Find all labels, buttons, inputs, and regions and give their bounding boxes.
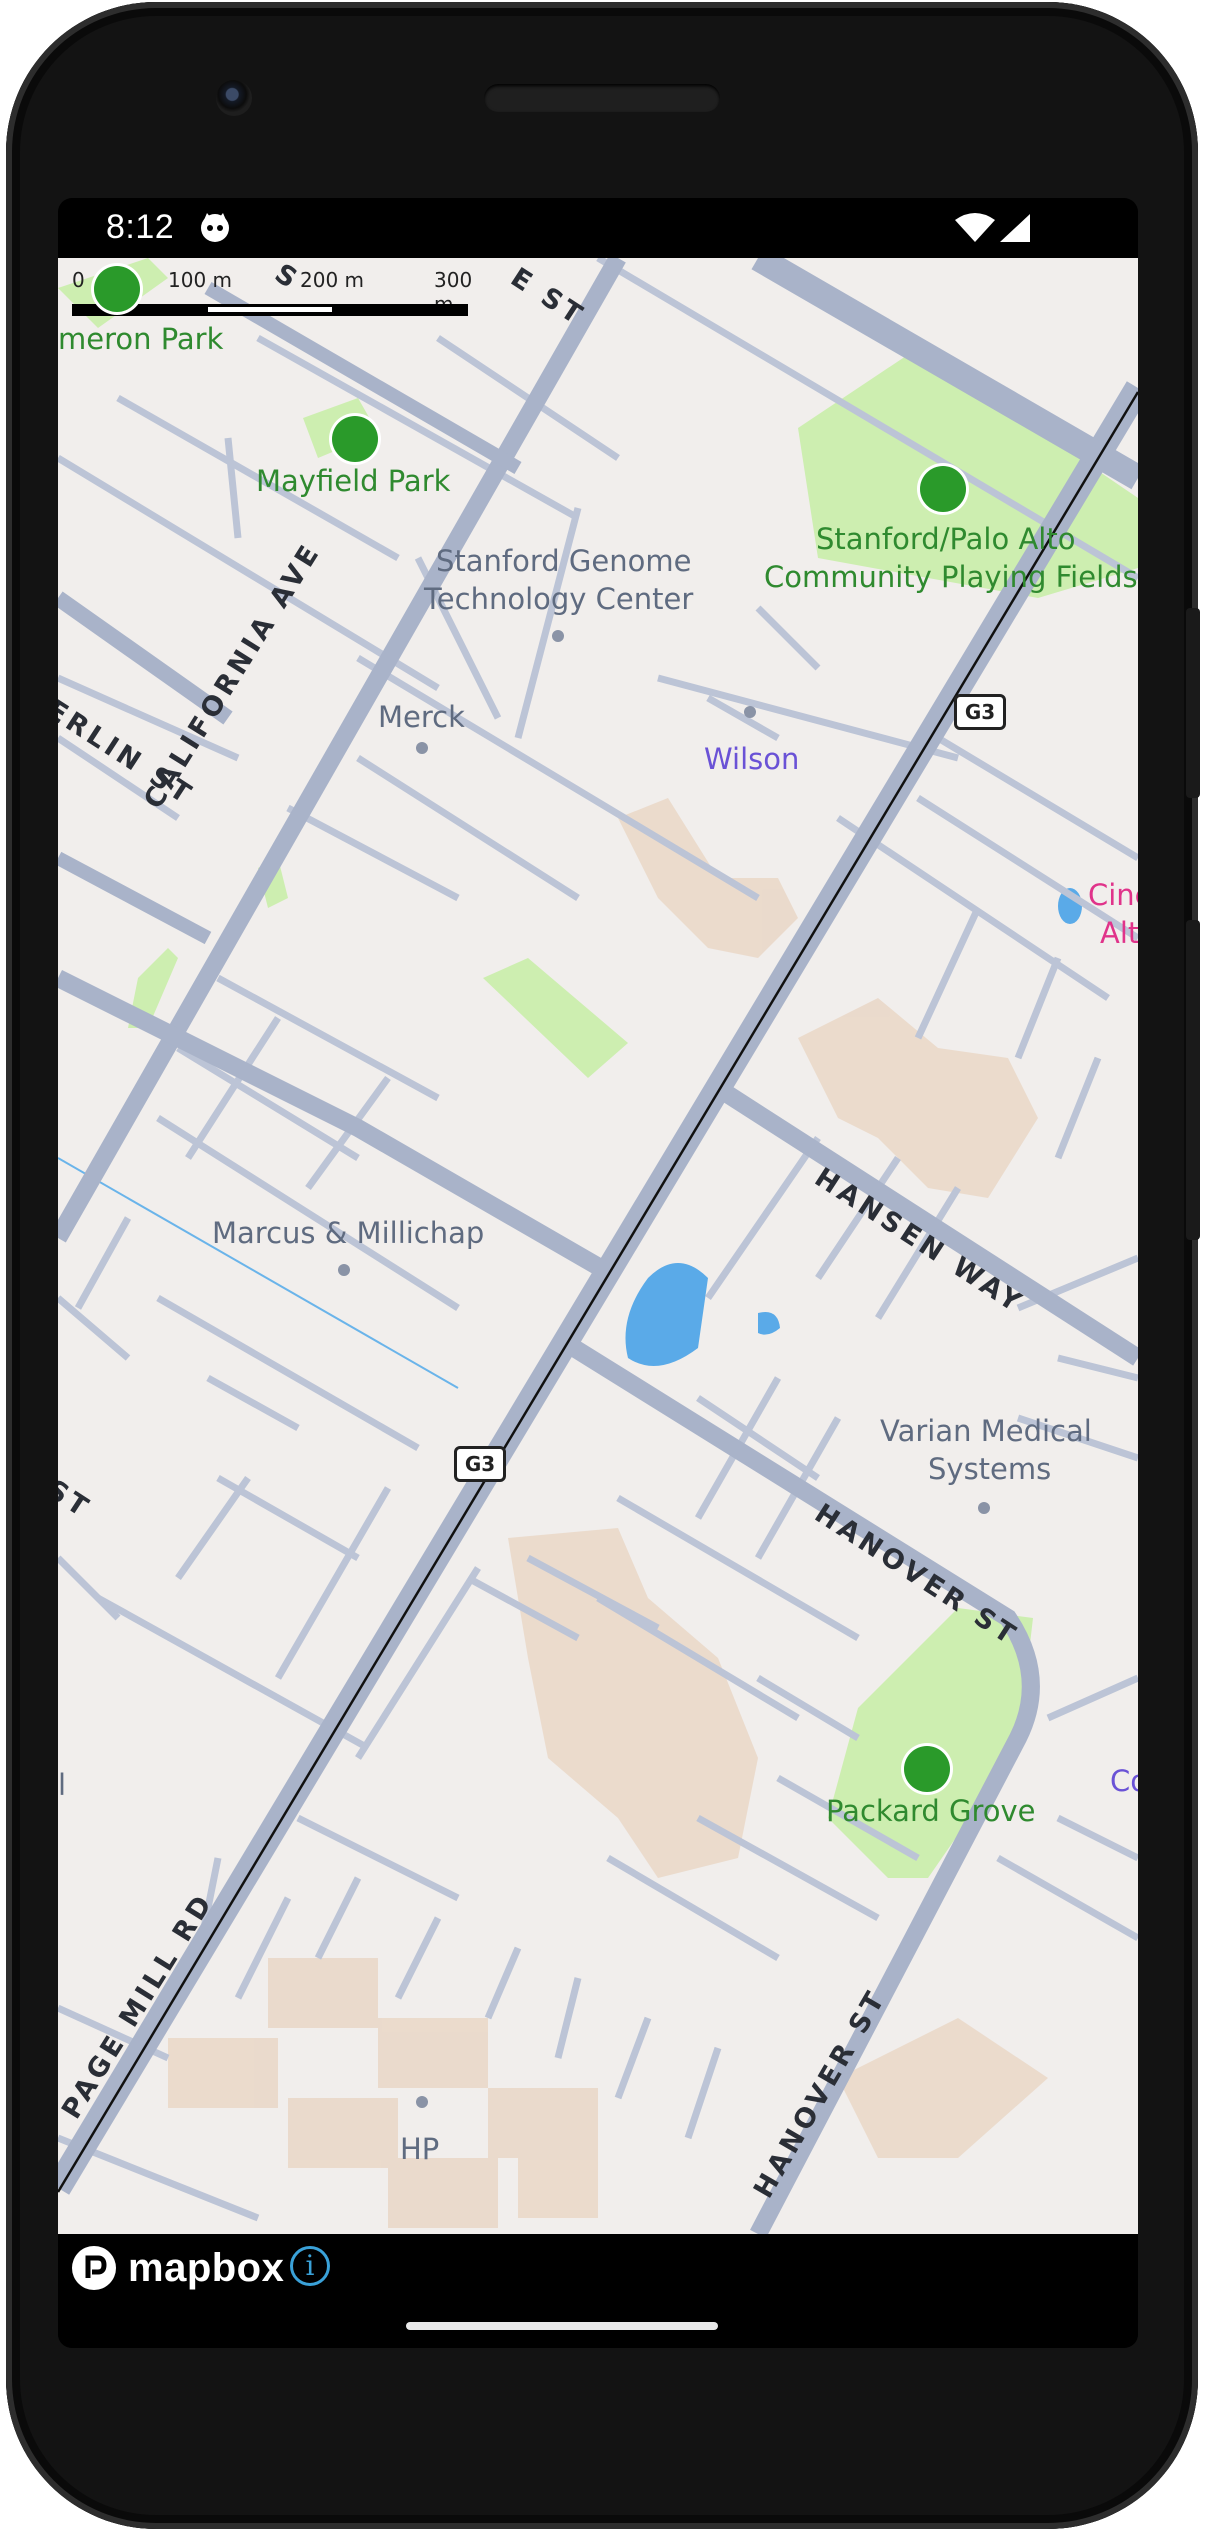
poi-pin[interactable] — [338, 1264, 350, 1276]
cellular-signal-icon — [1000, 214, 1030, 242]
scale-tick: 200 m — [300, 268, 365, 292]
poi-pin[interactable] — [416, 2096, 428, 2108]
poi-label-co[interactable]: Co — [1110, 1764, 1138, 1798]
route-shield: G3 — [954, 694, 1006, 730]
park-label-playing-fields-2[interactable]: Community Playing Fields — [764, 558, 1138, 596]
park-tree-icon[interactable] — [904, 1746, 950, 1792]
building — [168, 2038, 278, 2108]
poi-pin[interactable] — [416, 742, 428, 754]
phone-device: 8:12 0 100 m 200 m 300 G3 G3 meron Park … — [0, 0, 1206, 2533]
scale-tick: 0 — [72, 268, 85, 292]
earpiece-speaker — [484, 84, 720, 112]
poi-label-varian-1[interactable]: Varian Medical — [880, 1412, 1092, 1450]
app-notification-icon — [201, 213, 229, 242]
pond — [625, 1263, 708, 1366]
status-bar: 8:12 — [58, 198, 1138, 258]
poi-pin[interactable] — [552, 630, 564, 642]
mapbox-logo-icon — [72, 2246, 116, 2290]
scale-tick: 100 m — [168, 268, 233, 292]
park-label-packard[interactable]: Packard Grove — [826, 1792, 1036, 1830]
power-button — [1186, 608, 1200, 798]
building — [508, 1528, 758, 1878]
poi-label-cine-1[interactable]: Cine — [1088, 878, 1138, 912]
park-label-mayfield[interactable]: Mayfield Park — [256, 462, 450, 500]
building — [488, 2088, 598, 2158]
poi-label-varian-2[interactable]: Systems — [928, 1450, 1051, 1488]
status-time: 8:12 — [106, 208, 175, 246]
route-shield: G3 — [454, 1446, 506, 1482]
poi-pin[interactable] — [744, 706, 756, 718]
poi-label-merck[interactable]: Merck — [378, 698, 465, 736]
poi-label-hp[interactable]: HP — [400, 2130, 439, 2168]
poi-label-cine-2[interactable]: Alt — [1100, 916, 1138, 950]
mapbox-wordmark: mapbox — [128, 2245, 285, 2290]
park-label-cameron[interactable]: meron Park — [58, 320, 223, 358]
pond — [758, 1312, 780, 1335]
poi-label-genome-2[interactable]: Technology Center — [424, 580, 693, 618]
poi-pin[interactable] — [978, 1502, 990, 1514]
wifi-icon — [955, 213, 995, 242]
building — [288, 2098, 398, 2168]
road-mid-left — [58, 851, 212, 945]
park-label-playing-fields-1[interactable]: Stanford/Palo Alto — [816, 520, 1075, 558]
park-area-triangle — [483, 958, 628, 1078]
screen: 8:12 0 100 m 200 m 300 G3 G3 meron Park … — [58, 198, 1138, 2348]
poi-label-wilson[interactable]: Wilson — [704, 742, 799, 776]
mapbox-logo[interactable]: mapbox — [70, 2240, 284, 2296]
building — [618, 798, 798, 958]
park-tree-icon[interactable] — [332, 416, 378, 462]
poi-label-marcus[interactable]: Marcus & Millichap — [212, 1214, 484, 1252]
buildings — [168, 798, 1048, 2228]
building — [268, 1958, 378, 2028]
poi-label-genome-1[interactable]: Stanford Genome — [436, 542, 691, 580]
home-indicator[interactable] — [406, 2322, 718, 2330]
street-label-left-l: l — [58, 1768, 67, 1802]
front-camera — [216, 80, 252, 116]
park-tree-icon[interactable] — [920, 466, 966, 512]
volume-button — [1186, 920, 1200, 1240]
map-view[interactable]: 0 100 m 200 m 300 m G3 G3 meron Park — [58, 258, 1138, 2234]
building — [518, 2158, 598, 2218]
building — [388, 2158, 498, 2228]
building — [378, 2018, 488, 2088]
attribution-info-button[interactable]: i — [290, 2246, 330, 2286]
park-tree-icon[interactable] — [94, 266, 140, 312]
attribution-bar: mapbox i — [58, 2234, 1138, 2348]
